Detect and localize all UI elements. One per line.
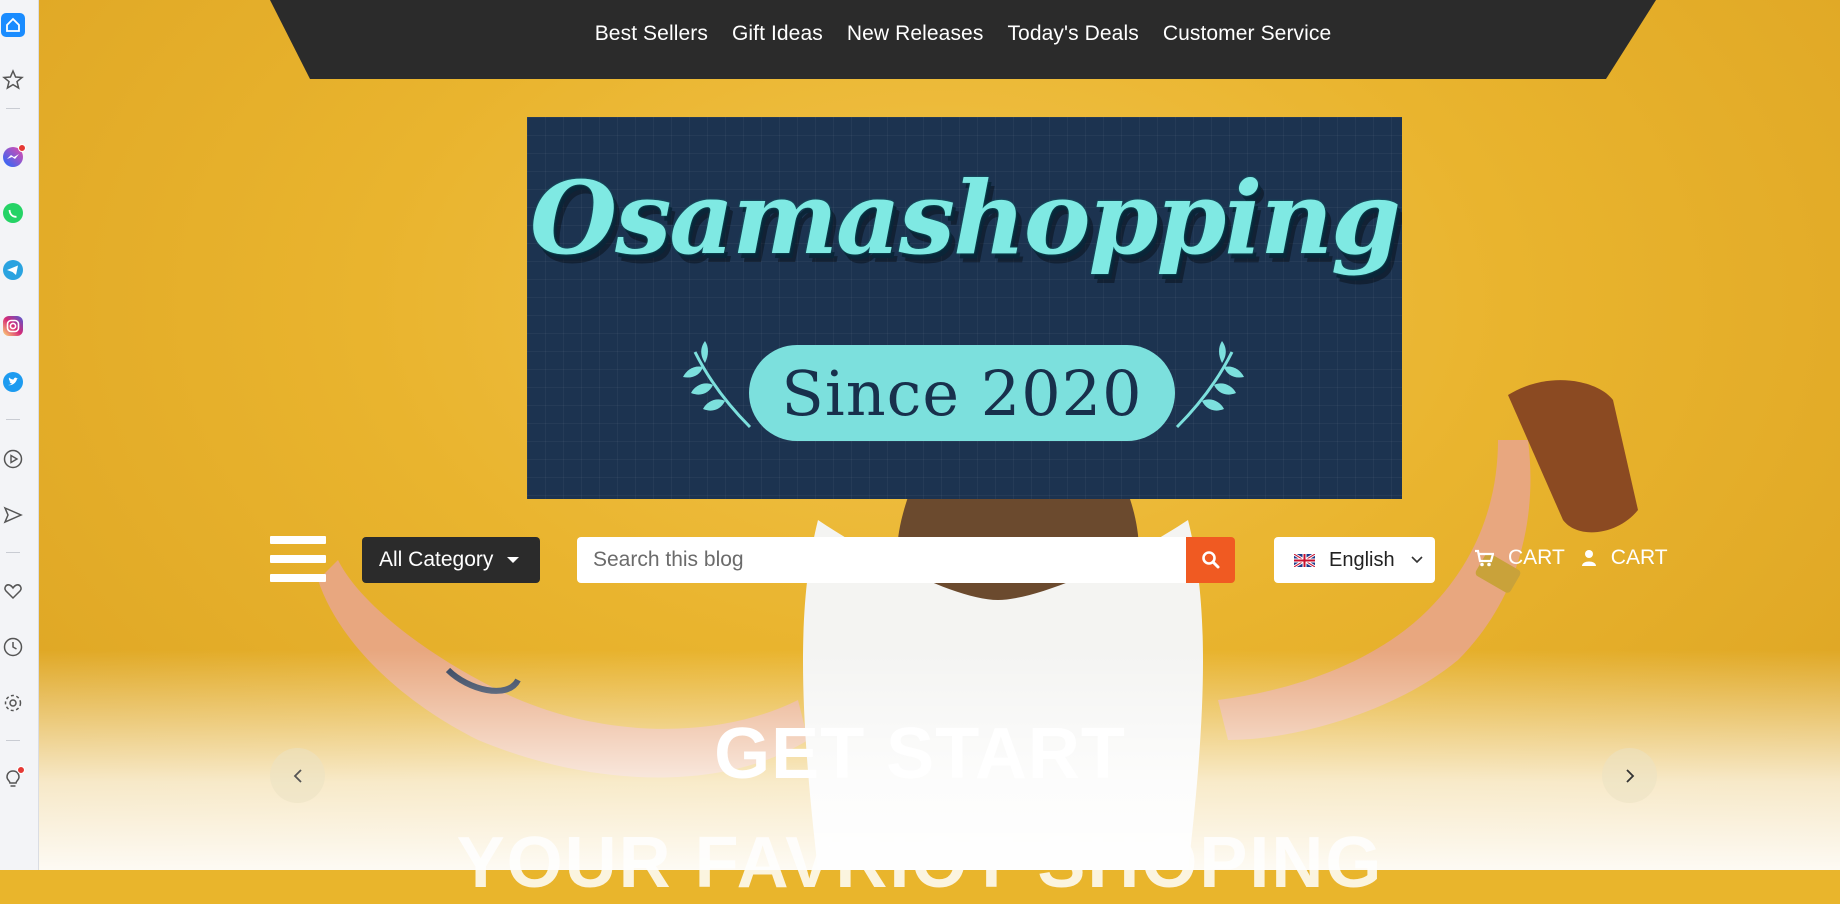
- nav-new-releases[interactable]: New Releases: [847, 22, 984, 46]
- star-icon[interactable]: [0, 67, 26, 93]
- cart-icon[interactable]: [1474, 549, 1494, 567]
- browser-sidebar: [0, 0, 39, 870]
- leaf-right-icon: [1175, 341, 1244, 429]
- gear-icon[interactable]: [0, 690, 26, 716]
- hero-heading: GET START: [714, 714, 1126, 794]
- caret-down-icon: [507, 557, 520, 563]
- nav-gift-ideas[interactable]: Gift Ideas: [732, 22, 823, 46]
- cart-link[interactable]: CART: [1508, 546, 1565, 570]
- clock-icon[interactable]: [0, 634, 26, 660]
- home-icon[interactable]: [0, 12, 26, 38]
- logo-pill: Since 2020: [749, 345, 1175, 441]
- language-select[interactable]: English: [1274, 537, 1435, 583]
- category-label: All Category: [379, 548, 494, 571]
- search-input[interactable]: [577, 537, 1186, 583]
- uk-flag-icon: [1294, 553, 1315, 567]
- search-icon: [1201, 551, 1219, 569]
- nav-customer-service[interactable]: Customer Service: [1163, 22, 1331, 46]
- heart-icon[interactable]: [0, 578, 26, 604]
- category-dropdown[interactable]: All Category: [362, 537, 540, 583]
- user-icon[interactable]: [1581, 549, 1597, 567]
- hamburger-menu-icon[interactable]: [270, 536, 326, 582]
- logo-subtitle: Since 2020: [781, 356, 1143, 430]
- logo-banner[interactable]: Osamashopping Since 2020: [527, 117, 1402, 499]
- instagram-icon[interactable]: [0, 313, 26, 339]
- send-icon[interactable]: [0, 502, 26, 528]
- twitter-icon[interactable]: [0, 369, 26, 395]
- messenger-icon[interactable]: [0, 144, 26, 170]
- search-button[interactable]: [1186, 537, 1235, 583]
- nav-todays-deals[interactable]: Today's Deals: [1007, 22, 1138, 46]
- telegram-icon[interactable]: [0, 257, 26, 283]
- hero-subheading: YOUR FAVRIOT SHOPING: [456, 823, 1384, 903]
- language-label: English: [1329, 548, 1395, 571]
- account-link[interactable]: CART: [1611, 546, 1668, 570]
- player-icon[interactable]: [0, 446, 26, 472]
- leaf-left-icon: [683, 341, 752, 429]
- top-nav: Best Sellers Gift Ideas New Releases Tod…: [270, 0, 1656, 79]
- lightbulb-icon[interactable]: [0, 766, 26, 792]
- nav-links: Best Sellers Gift Ideas New Releases Tod…: [270, 22, 1656, 46]
- logo-title: Osamashopping: [530, 159, 1401, 277]
- whatsapp-icon[interactable]: [0, 200, 26, 226]
- nav-best-sellers[interactable]: Best Sellers: [595, 22, 708, 46]
- cart-area: CART CART: [1474, 546, 1684, 570]
- chevron-down-icon: [1411, 556, 1423, 564]
